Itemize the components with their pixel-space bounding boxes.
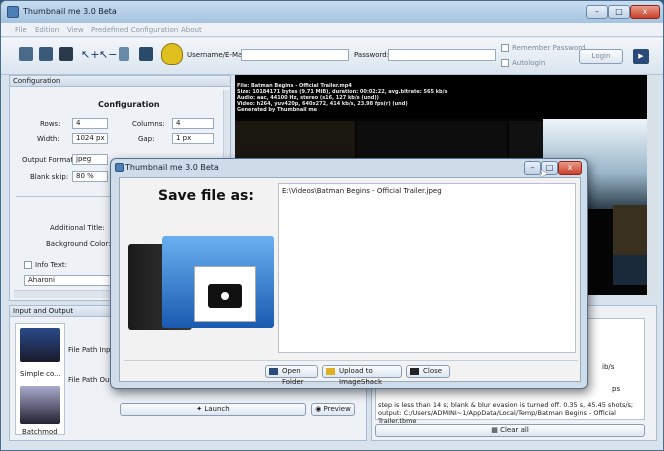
blank-skip-spinbox[interactable]: 80 % — [72, 171, 108, 182]
save-file-label: Save file as: — [158, 188, 254, 204]
rows-label: Rows: — [40, 120, 61, 128]
eye-icon: ◉ — [315, 405, 324, 413]
toolbar: ↖+ ↖− Username/E-Mail: Password: Remembe… — [1, 38, 663, 75]
width-spinbox[interactable]: 1024 px — [72, 133, 108, 144]
launch-label: Launch — [204, 405, 230, 413]
dialog-app-icon — [115, 163, 124, 172]
menu-about[interactable]: About — [181, 26, 202, 34]
info-text-label: Info Text: — [35, 261, 67, 269]
username-label: Username/E-Mail: — [187, 51, 249, 59]
dialog-title: Thumbnail me 3.0 Beta — [125, 163, 219, 172]
dialog-divider — [124, 360, 578, 361]
batch-mode-label[interactable]: Batchmod — [22, 428, 58, 436]
window-title: Thumbnail me 3.0 Beta — [23, 7, 117, 16]
rows-spinbox[interactable]: 4 — [72, 118, 108, 129]
batch-mode-icon[interactable] — [20, 386, 60, 424]
input-output-title: Input and Output — [13, 307, 74, 315]
add-icon[interactable]: ↖+ — [81, 48, 99, 61]
login-label: Login — [591, 52, 611, 60]
launch-button[interactable]: ✦ Launch — [120, 403, 306, 416]
maximize-button[interactable]: □ — [608, 5, 630, 19]
password-label: Password: — [354, 51, 390, 59]
tray-icon[interactable] — [59, 47, 73, 61]
upload-imageshack-button[interactable]: Upload to ImageShack — [322, 365, 402, 386]
info-text-checkbox[interactable] — [24, 261, 32, 269]
font-select[interactable]: Aharoni — [24, 275, 114, 286]
save-dialog: Thumbnail me 3.0 Beta – □ x Save file as… — [110, 158, 588, 389]
clear-icon: ▦ — [491, 426, 501, 434]
frog-icon[interactable] — [161, 43, 183, 65]
folder-icon — [269, 368, 278, 375]
remember-password-label: Remember Password — [512, 44, 586, 52]
columns-label: Columns: — [132, 120, 165, 128]
preview-scrollbar[interactable] — [647, 75, 657, 295]
menu-edition[interactable]: Edition — [35, 26, 59, 34]
blank-skip-label: Blank skip: — [30, 173, 69, 181]
preview-line: Generated by Thumbnail me — [237, 107, 317, 113]
password-input[interactable] — [388, 49, 496, 61]
menu-view[interactable]: View — [67, 26, 84, 34]
dialog-close-button[interactable]: x — [558, 161, 582, 175]
title-bar: Thumbnail me 3.0 Beta – □ x — [1, 1, 663, 23]
clear-all-label: Clear all — [500, 426, 529, 434]
minimize-button[interactable]: – — [586, 5, 608, 19]
log-fragment: ib/s — [602, 363, 615, 371]
gap-spinbox[interactable]: 1 px — [172, 133, 214, 144]
autologin-checkbox[interactable] — [501, 59, 509, 67]
save-drive-icon — [128, 236, 274, 330]
close-icon — [410, 368, 419, 375]
app-icon — [7, 6, 19, 18]
open-folder-label: Open Folder — [282, 367, 304, 386]
menu-predefined-configuration[interactable]: Predefined Configuration — [91, 26, 178, 34]
simple-mode-label[interactable]: Simple co... — [20, 370, 61, 378]
close-dialog-button[interactable]: Close — [406, 365, 450, 378]
output-format-label: Output Format: — [22, 156, 76, 164]
log-fragment: ps — [612, 385, 621, 393]
width-label: Width: — [37, 135, 60, 143]
username-input[interactable] — [241, 49, 349, 61]
columns-spinbox[interactable]: 4 — [172, 118, 214, 129]
output-format-select[interactable]: jpeg — [72, 154, 108, 165]
clear-all-button[interactable]: ▦ Clear all — [375, 424, 645, 437]
remember-password-checkbox[interactable] — [501, 44, 509, 52]
gap-label: Gap: — [138, 135, 155, 143]
imageshack-icon — [326, 368, 335, 375]
upload-label: Upload to ImageShack — [339, 367, 382, 386]
preview-info-text: File: Batman Begins - Official Trailer.m… — [237, 83, 447, 113]
open-folder-icon[interactable] — [39, 47, 53, 61]
autologin-label: Autologin — [512, 59, 546, 67]
background-color-label: Background Color: — [46, 240, 111, 248]
menu-file[interactable]: File — [15, 26, 27, 34]
mouse-cursor: ➤ — [539, 167, 549, 180]
configuration-panel-title: Configuration — [13, 77, 61, 85]
mode-list: Simple co... Batchmod — [15, 323, 65, 436]
close-button[interactable]: x — [630, 5, 660, 19]
remove-icon[interactable]: ↖− — [99, 48, 117, 61]
login-button[interactable]: Login — [579, 49, 623, 64]
add-file-icon[interactable] — [19, 47, 33, 61]
file-path-text: E:\Videos\Batman Begins - Official Trail… — [282, 187, 442, 195]
configuration-panel-header: Configuration — [9, 75, 231, 87]
preview-label: Preview — [323, 405, 351, 413]
simple-mode-icon[interactable] — [20, 328, 60, 362]
dialog-body: Save file as: E:\Videos\Batman Begins - … — [119, 177, 581, 386]
main-window: Thumbnail me 3.0 Beta – □ x File Edition… — [0, 0, 664, 451]
preview-button[interactable]: ◉ Preview — [311, 403, 355, 416]
log-text: step is less than 14 s; blank & blur eva… — [378, 401, 634, 425]
file-path-textbox[interactable]: E:\Videos\Batman Begins - Official Trail… — [278, 183, 576, 353]
menu-bar: File Edition View Predefined Configurati… — [1, 23, 663, 37]
close-label: Close — [423, 367, 443, 375]
trash-icon[interactable] — [119, 47, 129, 61]
config-section-title: Configuration — [98, 100, 160, 109]
go-icon[interactable]: ▶ — [633, 49, 649, 64]
additional-title-label: Additional Title: — [50, 224, 105, 232]
export-icon[interactable] — [139, 47, 153, 61]
open-folder-button[interactable]: Open Folder — [265, 365, 318, 386]
